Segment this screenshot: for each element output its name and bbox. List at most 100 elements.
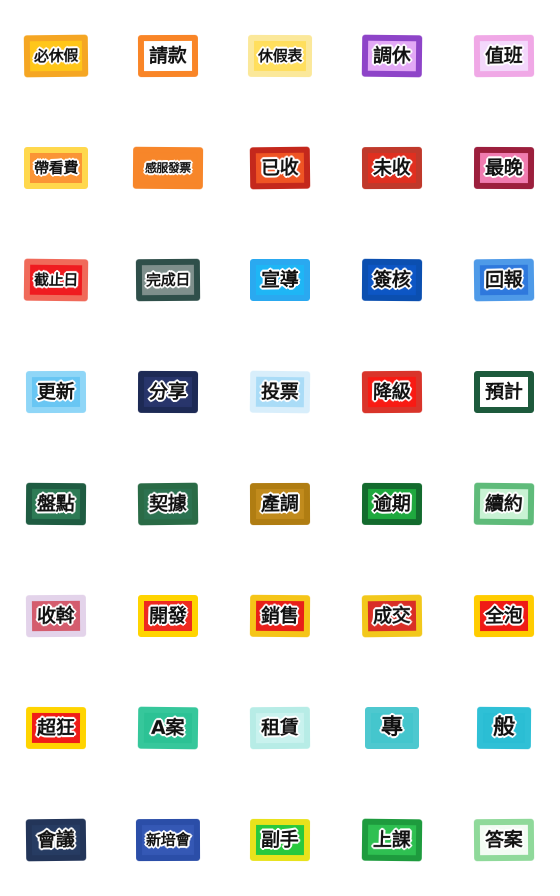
sticker[interactable]: 收斡 [25,594,87,638]
sticker[interactable]: 副手 [249,818,311,862]
sticker[interactable]: 簽核 [361,258,423,302]
sticker-cell: 銷售 [224,560,336,672]
sticker-label: 般 [492,714,516,741]
sticker-grid: 必休假 請款 休假表 調休 值班帶看費 感服發票 已收 未收 最晚截止日 完成日 宣導 簽核 回報更新 分… [0,0,560,896]
sticker-label: 盤點 [36,492,76,515]
sticker-cell: 休假表 [224,0,336,112]
sticker-label: A案 [151,716,185,739]
sticker-label: 回報 [485,268,523,291]
sticker[interactable]: 答案 [473,818,535,862]
sticker[interactable]: 完成日 [135,258,201,302]
sticker-label: 成交 [373,604,411,627]
sticker[interactable]: 產調 [249,482,311,526]
sticker[interactable]: 超狂 [25,706,87,750]
sticker-cell: 租賃 [224,672,336,784]
sticker-label: 完成日 [145,270,191,289]
sticker[interactable]: 降級 [361,370,423,414]
sticker[interactable]: 更新 [25,370,87,414]
sticker[interactable]: 必休假 [23,34,89,78]
sticker-label: 降級 [373,380,411,403]
sticker-label: 預計 [485,380,523,403]
sticker-label: 請款 [149,44,187,67]
sticker-cell: 新培會 [112,784,224,896]
sticker[interactable]: 上課 [361,818,423,862]
sticker-cell: 更新 [0,336,112,448]
sticker-cell: 完成日 [112,224,224,336]
sticker[interactable]: 休假表 [247,34,313,78]
sticker[interactable]: 未收 [361,146,423,190]
sticker-cell: 調休 [336,0,448,112]
sticker[interactable]: 契據 [137,482,199,526]
sticker[interactable]: 投票 [249,370,311,414]
sticker[interactable]: 請款 [137,34,199,78]
sticker-label: 開發 [149,604,187,627]
sticker-cell: A案 [112,672,224,784]
sticker-cell: 成交 [336,560,448,672]
sticker-label: 簽核 [372,268,412,291]
sticker[interactable]: 截止日 [23,258,89,302]
sticker-cell: 回報 [448,224,560,336]
sticker[interactable]: A案 [137,706,199,750]
sticker[interactable]: 專 [365,707,419,749]
sticker[interactable]: 感服發票 [132,146,204,190]
sticker[interactable]: 帶看費 [24,147,88,189]
sticker[interactable]: 分享 [137,370,199,414]
sticker-label: 超狂 [36,716,76,739]
sticker-cell: 答案 [448,784,560,896]
sticker-cell: 續約 [448,448,560,560]
sticker[interactable]: 續約 [473,482,535,526]
sticker[interactable]: 逾期 [361,482,423,526]
sticker-cell: 上課 [336,784,448,896]
sticker-label: 銷售 [260,604,300,627]
sticker-cell: 全泡 [448,560,560,672]
sticker[interactable]: 銷售 [249,594,311,638]
sticker[interactable]: 回報 [473,258,535,302]
sticker-label: 截止日 [33,270,79,289]
sticker[interactable]: 成交 [361,594,423,638]
sticker[interactable]: 新培會 [135,818,201,862]
sticker-cell: 逾期 [336,448,448,560]
sticker[interactable]: 租賃 [249,706,311,750]
sticker-cell: 分享 [112,336,224,448]
sticker-cell: 簽核 [336,224,448,336]
sticker-label: 專 [380,714,404,741]
sticker[interactable]: 般 [476,706,532,750]
sticker-label: 已收 [261,156,299,179]
sticker-label: 帶看費 [33,158,79,177]
sticker[interactable]: 盤點 [25,482,87,526]
sticker[interactable]: 調休 [361,34,423,78]
sticker-label: 會議 [37,828,75,851]
sticker-cell: 宣導 [224,224,336,336]
sticker-label: 全泡 [485,604,523,627]
sticker-label: 更新 [37,380,75,403]
sticker-label: 租賃 [261,716,299,739]
sticker-cell: 會議 [0,784,112,896]
sticker-label: 續約 [484,492,524,515]
sticker-label: 收斡 [37,604,75,627]
sticker-cell: 收斡 [0,560,112,672]
sticker-cell: 帶看費 [0,112,112,224]
sticker[interactable]: 值班 [473,34,535,78]
sticker-label: 逾期 [372,492,412,515]
sticker[interactable]: 預計 [474,371,534,413]
sticker[interactable]: 會議 [25,818,87,862]
sticker-label: 必休假 [33,46,79,65]
sticker-cell: 般 [448,672,560,784]
sticker-cell: 截止日 [0,224,112,336]
sticker[interactable]: 宣導 [250,259,310,301]
sticker[interactable]: 開發 [138,595,198,637]
sticker-cell: 超狂 [0,672,112,784]
sticker-label: 分享 [148,380,188,403]
sticker-cell: 最晚 [448,112,560,224]
sticker[interactable]: 最晚 [473,146,535,190]
sticker[interactable]: 全泡 [473,594,535,638]
sticker-cell: 產調 [224,448,336,560]
sticker-label: 答案 [485,828,523,851]
sticker-cell: 副手 [224,784,336,896]
sticker-label: 投票 [260,380,300,403]
sticker-cell: 降級 [336,336,448,448]
sticker-cell: 契據 [112,448,224,560]
sticker-label: 契據 [149,492,187,515]
sticker[interactable]: 已收 [249,146,311,190]
sticker-cell: 專 [336,672,448,784]
